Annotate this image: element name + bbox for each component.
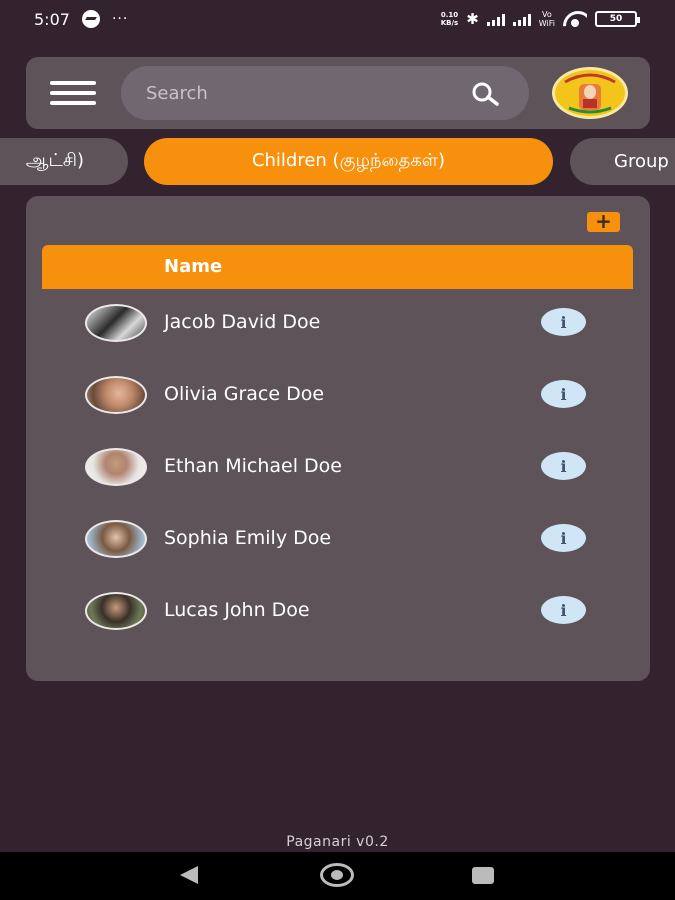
tab-group[interactable]: Group xyxy=(570,138,675,185)
table-header: Name xyxy=(42,245,633,289)
search-input[interactable] xyxy=(146,66,456,120)
avatar xyxy=(85,304,147,342)
back-icon[interactable] xyxy=(180,866,198,884)
column-header-name: Name xyxy=(164,256,223,277)
tab-children[interactable]: Children (குழந்தைகள்) xyxy=(144,138,553,185)
status-left: 5:07 ··· xyxy=(34,10,128,29)
child-name: Sophia Emily Doe xyxy=(164,527,332,549)
network-speed-value: 0.10 xyxy=(440,11,459,19)
search-icon[interactable] xyxy=(466,80,506,108)
info-icon[interactable]: i xyxy=(541,596,586,624)
info-icon[interactable]: i xyxy=(541,308,586,336)
child-name: Olivia Grace Doe xyxy=(164,383,325,405)
vowifi-indicator: Vo WiFi xyxy=(539,10,555,28)
info-icon[interactable]: i xyxy=(541,452,586,480)
clock: 5:07 xyxy=(34,9,70,29)
avatar xyxy=(85,520,147,558)
table-row[interactable]: Lucas John Doe i xyxy=(42,581,633,651)
network-speed-unit: KB/s xyxy=(440,19,459,27)
table-row[interactable]: Olivia Grace Doe i xyxy=(42,365,633,435)
add-child-button[interactable]: + xyxy=(587,211,620,232)
info-icon[interactable]: i xyxy=(541,380,586,408)
child-name: Ethan Michael Doe xyxy=(164,455,342,477)
network-speed: 0.10 KB/s xyxy=(441,11,458,27)
category-tabs: ஆட்சி) Children (குழந்தைகள்) Group xyxy=(0,138,675,188)
table-row[interactable]: Jacob David Doe i xyxy=(42,293,633,363)
child-name: Lucas John Doe xyxy=(164,599,310,621)
wifi-label: WiFi xyxy=(538,19,555,28)
info-icon[interactable]: i xyxy=(541,524,586,552)
child-name: Jacob David Doe xyxy=(164,311,321,333)
profile-avatar[interactable] xyxy=(552,67,628,119)
tab-governance[interactable]: ஆட்சி) xyxy=(0,138,128,185)
wifi-icon xyxy=(563,11,587,27)
table-row[interactable]: Ethan Michael Doe i xyxy=(42,437,633,507)
status-right: 0.10 KB/s ✱ Vo WiFi 50 xyxy=(441,10,640,28)
battery-level: 50 xyxy=(609,14,623,24)
avatar xyxy=(85,448,147,486)
recent-apps-icon[interactable] xyxy=(472,867,494,884)
battery-icon: 50 xyxy=(595,11,640,27)
search-bar[interactable] xyxy=(121,66,529,120)
status-bar: 5:07 ··· 0.10 KB/s ✱ Vo WiFi 50 xyxy=(0,0,675,38)
signal-icon-2 xyxy=(512,13,531,26)
more-notifications-icon: ··· xyxy=(111,11,129,27)
hamburger-menu-icon[interactable] xyxy=(50,81,98,105)
children-card: + Name Jacob David Doe i Olivia Grace Do… xyxy=(26,196,650,681)
signal-icon xyxy=(486,13,505,26)
bluetooth-icon: ✱ xyxy=(466,10,479,28)
app-screen: 5:07 ··· 0.10 KB/s ✱ Vo WiFi 50 Search ஆ… xyxy=(0,0,675,900)
table-row[interactable]: Sophia Emily Doe i xyxy=(42,509,633,579)
temple-logo-icon xyxy=(557,72,623,114)
messenger-icon xyxy=(81,10,100,28)
avatar xyxy=(85,592,147,630)
avatar xyxy=(85,376,147,414)
top-app-bar xyxy=(26,57,650,129)
app-version: Paganari v0.2 xyxy=(286,834,389,850)
home-icon[interactable] xyxy=(320,863,354,887)
vo-label: Vo xyxy=(542,10,552,19)
system-nav-bar xyxy=(0,852,675,900)
